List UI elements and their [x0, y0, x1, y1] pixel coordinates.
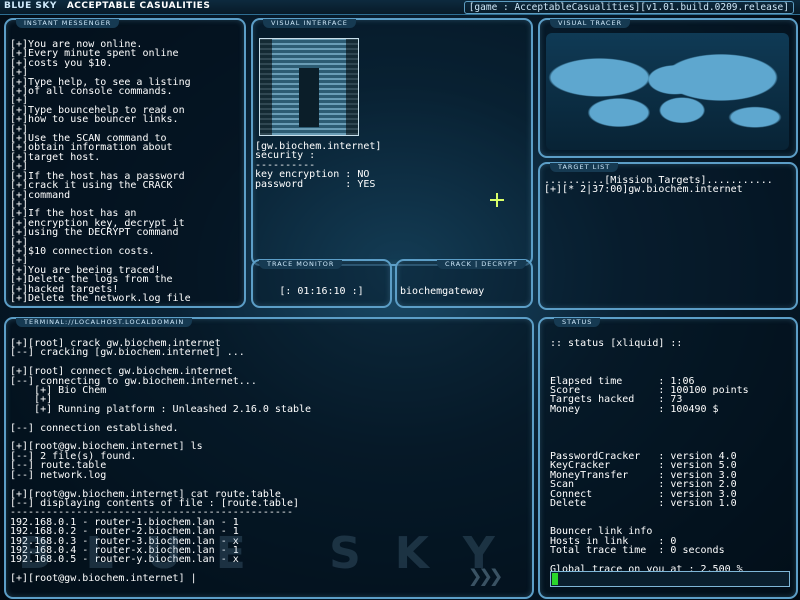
trace-progress-fill — [552, 573, 558, 585]
messenger-log: [+]You are now online. [+]Every minute s… — [10, 39, 191, 304]
panel-title: VISUAL INTERFACE — [263, 19, 356, 28]
status-info: :: status [xliquid] :: Elapsed time : 1:… — [550, 338, 749, 575]
game-info: [game : AcceptableCasualities][v1.01.bui… — [463, 1, 794, 14]
panel-title: TARGET LIST — [550, 163, 619, 172]
panel-title: STATUS — [554, 318, 601, 327]
crack-decrypt-panel: CRACK | DECRYPT biochemgateway — [395, 259, 533, 308]
host-security-info: [gw.biochem.internet] security : -------… — [255, 141, 382, 190]
target-list-item[interactable]: ..........[Mission Targets]........... [… — [544, 176, 773, 195]
panel-title: CRACK | DECRYPT — [437, 260, 526, 269]
brand-right: ACCEPTABLE CASUALITIES — [66, 1, 211, 11]
brand-watermark: BLUE SKY — [18, 528, 529, 579]
visual-tracer-panel: VISUAL TRACER — [538, 18, 798, 158]
trace-progress-bar — [550, 571, 790, 587]
panel-title: INSTANT MESSENGER — [16, 19, 120, 28]
top-bar: BLUE SKY ACCEPTABLE CASUALITIES [game : … — [0, 0, 800, 15]
panel-title: TERMINAL://LOCALHOST.LOCALDOMAIN — [16, 318, 193, 327]
host-image — [259, 38, 359, 136]
crosshair-icon — [490, 193, 504, 207]
status-panel: STATUS :: status [xliquid] :: Elapsed ti… — [538, 317, 798, 599]
arrows-icon: ❯❯❯ — [468, 562, 503, 590]
visual-interface-panel: VISUAL INTERFACE [gw.biochem.internet] s… — [251, 18, 533, 266]
trace-timer: [: 01:16:10 :] — [279, 286, 364, 297]
target-list-panel: TARGET LIST ..........[Mission Targets].… — [538, 162, 798, 310]
panel-title: VISUAL TRACER — [550, 19, 631, 28]
trace-monitor-panel: TRACE MONITOR [: 01:16:10 :] — [251, 259, 392, 308]
crack-result: biochemgateway — [400, 286, 485, 297]
instant-messenger-panel: INSTANT MESSENGER [+]You are now online.… — [4, 18, 246, 308]
world-map[interactable] — [546, 33, 789, 150]
brand-left: BLUE SKY — [4, 1, 57, 11]
panel-title: TRACE MONITOR — [259, 260, 343, 269]
brand-logo: BLUE SKY ACCEPTABLE CASUALITIES — [4, 1, 210, 13]
